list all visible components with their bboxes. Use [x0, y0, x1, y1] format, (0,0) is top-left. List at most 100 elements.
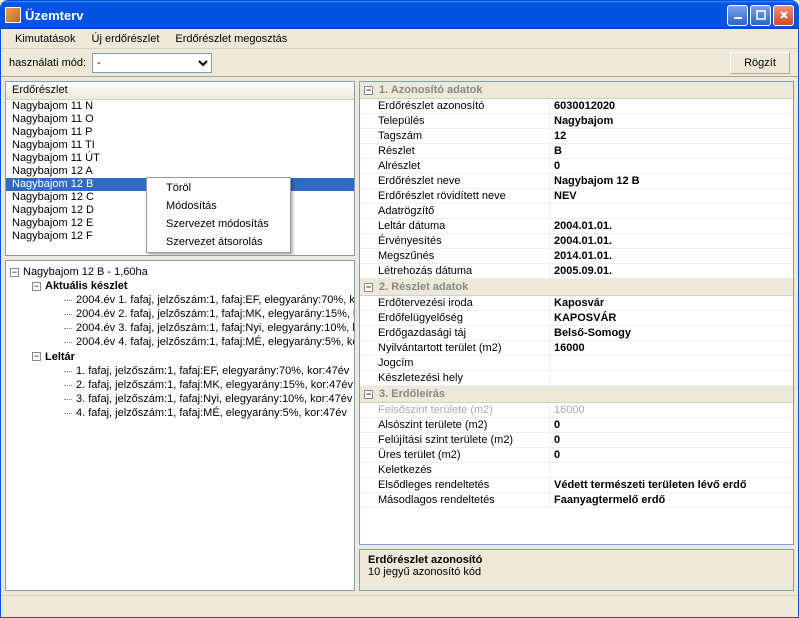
tree-leaf[interactable]: 2004.év 2. fafaj, jelzőszám:1, fafaj:MK,…	[76, 307, 350, 321]
description-panel: Erdőrészlet azonosító 10 jegyű azonosító…	[359, 549, 794, 591]
prop-value[interactable]: Kaposvár	[550, 296, 793, 310]
prop-value[interactable]: 0	[550, 159, 793, 173]
propgrid-row[interactable]: Keletkezés	[360, 463, 793, 478]
property-grid-body[interactable]: −1. Azonosító adatokErdőrészlet azonosít…	[360, 82, 793, 544]
menu-erdoreszlet-megosztas[interactable]: Erdőrészlet megosztás	[167, 31, 295, 47]
prop-value[interactable]: 0	[550, 418, 793, 432]
prop-value[interactable]	[550, 204, 793, 218]
propgrid-category[interactable]: −2. Részlet adatok	[360, 279, 793, 296]
tree-leaf[interactable]: 4. fafaj, jelzőszám:1, fafaj:MÉ, elegyar…	[76, 406, 350, 420]
prop-value[interactable]: B	[550, 144, 793, 158]
tree-leaf[interactable]: 2. fafaj, jelzőszám:1, fafaj:MK, elegyar…	[76, 378, 350, 392]
propgrid-row[interactable]: TelepülésNagybajom	[360, 114, 793, 129]
tree-leaf[interactable]: 2004.év 1. fafaj, jelzőszám:1, fafaj:EF,…	[76, 293, 350, 307]
prop-value[interactable]	[550, 371, 793, 385]
prop-value[interactable]: 16000	[550, 341, 793, 355]
list-row[interactable]: Nagybajom 11 ÚT	[6, 152, 354, 165]
propgrid-row[interactable]: Erdőtervezési irodaKaposvár	[360, 296, 793, 311]
menu-uj-erdoreszlet[interactable]: Új erdőrészlet	[84, 31, 168, 47]
prop-name: Nyilvántartott terület (m2)	[360, 341, 550, 355]
prop-value[interactable]: 2014.01.01.	[550, 249, 793, 263]
collapse-icon[interactable]: −	[32, 282, 41, 291]
close-icon	[779, 10, 789, 20]
context-menu: TörölMódosításSzervezet módosításSzervez…	[146, 177, 291, 253]
prop-value[interactable]	[550, 356, 793, 370]
propgrid-row[interactable]: ErdőfelügyelőségKAPOSVÁR	[360, 311, 793, 326]
propgrid-row[interactable]: Nyilvántartott terület (m2)16000	[360, 341, 793, 356]
propgrid-row[interactable]: Alsószint területe (m2)0	[360, 418, 793, 433]
prop-value[interactable]: 0	[550, 433, 793, 447]
propgrid-row[interactable]: Erdőrészlet azonosító6030012020	[360, 99, 793, 114]
close-button[interactable]	[773, 5, 794, 26]
mode-select[interactable]: -	[92, 53, 212, 73]
prop-value[interactable]: KAPOSVÁR	[550, 311, 793, 325]
propgrid-row[interactable]: Alrészlet0	[360, 159, 793, 174]
prop-value[interactable]: Nagybajom 12 B	[550, 174, 793, 188]
propgrid-category[interactable]: −3. Erdőleírás	[360, 386, 793, 403]
prop-name: Erdőrészlet azonosító	[360, 99, 550, 113]
propgrid-row[interactable]: Erdőgazdasági tájBelső-Somogy	[360, 326, 793, 341]
collapse-icon[interactable]: −	[364, 390, 373, 399]
propgrid-row[interactable]: Erdőrészlet rövidített neveNEV	[360, 189, 793, 204]
list-row[interactable]: Nagybajom 11 P	[6, 126, 354, 139]
prop-value[interactable]: Nagybajom	[550, 114, 793, 128]
tree-root[interactable]: −Nagybajom 12 B - 1,60ha	[10, 265, 350, 279]
propgrid-row[interactable]: Jogcím	[360, 356, 793, 371]
prop-value[interactable]: 2004.01.01.	[550, 234, 793, 248]
list-row[interactable]: Nagybajom 11 N	[6, 100, 354, 113]
propgrid-row[interactable]: Üres terület (m2)0	[360, 448, 793, 463]
prop-value[interactable]: 0	[550, 448, 793, 462]
right-pane: −1. Azonosító adatokErdőrészlet azonosít…	[359, 81, 794, 591]
propgrid-row[interactable]: Érvényesítés2004.01.01.	[360, 234, 793, 249]
list-row[interactable]: Nagybajom 11 O	[6, 113, 354, 126]
collapse-icon[interactable]: −	[32, 352, 41, 361]
propgrid-row[interactable]: Elsődleges rendeltetésVédett természeti …	[360, 478, 793, 493]
prop-value[interactable]: 6030012020	[550, 99, 793, 113]
collapse-icon[interactable]: −	[10, 268, 19, 277]
collapse-icon[interactable]: −	[364, 86, 373, 95]
tree-view[interactable]: −Nagybajom 12 B - 1,60ha−Aktuális készle…	[6, 261, 354, 590]
propgrid-row[interactable]: Felsőszint területe (m2)16000	[360, 403, 793, 418]
prop-value[interactable]: Faanyagtermelő erdő	[550, 493, 793, 507]
prop-value[interactable]: 2005.09.01.	[550, 264, 793, 278]
propgrid-row[interactable]: Másodlagos rendeltetésFaanyagtermelő erd…	[360, 493, 793, 508]
context-menu-item[interactable]: Szervezet átsorolás	[148, 233, 289, 251]
prop-value[interactable]: 2004.01.01.	[550, 219, 793, 233]
save-button[interactable]: Rögzít	[730, 52, 790, 74]
propgrid-row[interactable]: RészletB	[360, 144, 793, 159]
context-menu-item[interactable]: Töröl	[148, 179, 289, 197]
context-menu-item[interactable]: Szervezet módosítás	[148, 215, 289, 233]
propgrid-row[interactable]: Erdőrészlet neveNagybajom 12 B	[360, 174, 793, 189]
context-menu-item[interactable]: Módosítás	[148, 197, 289, 215]
prop-value[interactable]: Belső-Somogy	[550, 326, 793, 340]
prop-value[interactable]: 16000	[550, 403, 793, 417]
collapse-icon[interactable]: −	[364, 283, 373, 292]
parcel-list[interactable]: TörölMódosításSzervezet módosításSzervez…	[6, 100, 354, 255]
propgrid-row[interactable]: Készletezési hely	[360, 371, 793, 386]
propgrid-row[interactable]: Megszűnés2014.01.01.	[360, 249, 793, 264]
prop-name: Érvényesítés	[360, 234, 550, 248]
prop-value[interactable]: 12	[550, 129, 793, 143]
minimize-button[interactable]	[727, 5, 748, 26]
propgrid-row[interactable]: Felújítási szint területe (m2)0	[360, 433, 793, 448]
prop-value[interactable]	[550, 463, 793, 477]
menu-kimutatasok[interactable]: Kimutatások	[7, 31, 84, 47]
propgrid-row[interactable]: Létrehozás dátuma2005.09.01.	[360, 264, 793, 279]
propgrid-row[interactable]: Adatrögzítő	[360, 204, 793, 219]
prop-value[interactable]: Védett természeti területen lévő erdő	[550, 478, 793, 492]
tree-section[interactable]: −Aktuális készlet	[32, 279, 350, 293]
maximize-button[interactable]	[750, 5, 771, 26]
list-row[interactable]: Nagybajom 11 TI	[6, 139, 354, 152]
propgrid-category[interactable]: −1. Azonosító adatok	[360, 82, 793, 99]
tree-section[interactable]: −Leltár	[32, 350, 350, 364]
tree-leaf[interactable]: 2004.év 4. fafaj, jelzőszám:1, fafaj:MÉ,…	[76, 335, 350, 349]
propgrid-row[interactable]: Leltár dátuma2004.01.01.	[360, 219, 793, 234]
tree-leaf[interactable]: 2004.év 3. fafaj, jelzőszám:1, fafaj:Nyi…	[76, 321, 350, 335]
tree-leaf[interactable]: 3. fafaj, jelzőszám:1, fafaj:Nyi, elegya…	[76, 392, 350, 406]
propgrid-row[interactable]: Tagszám12	[360, 129, 793, 144]
prop-name: Másodlagos rendeltetés	[360, 493, 550, 507]
prop-value[interactable]: NEV	[550, 189, 793, 203]
tree-leaf[interactable]: 1. fafaj, jelzőszám:1, fafaj:EF, elegyar…	[76, 364, 350, 378]
list-header[interactable]: Erdőrészlet	[6, 82, 354, 100]
description-text: 10 jegyű azonosító kód	[368, 566, 785, 578]
